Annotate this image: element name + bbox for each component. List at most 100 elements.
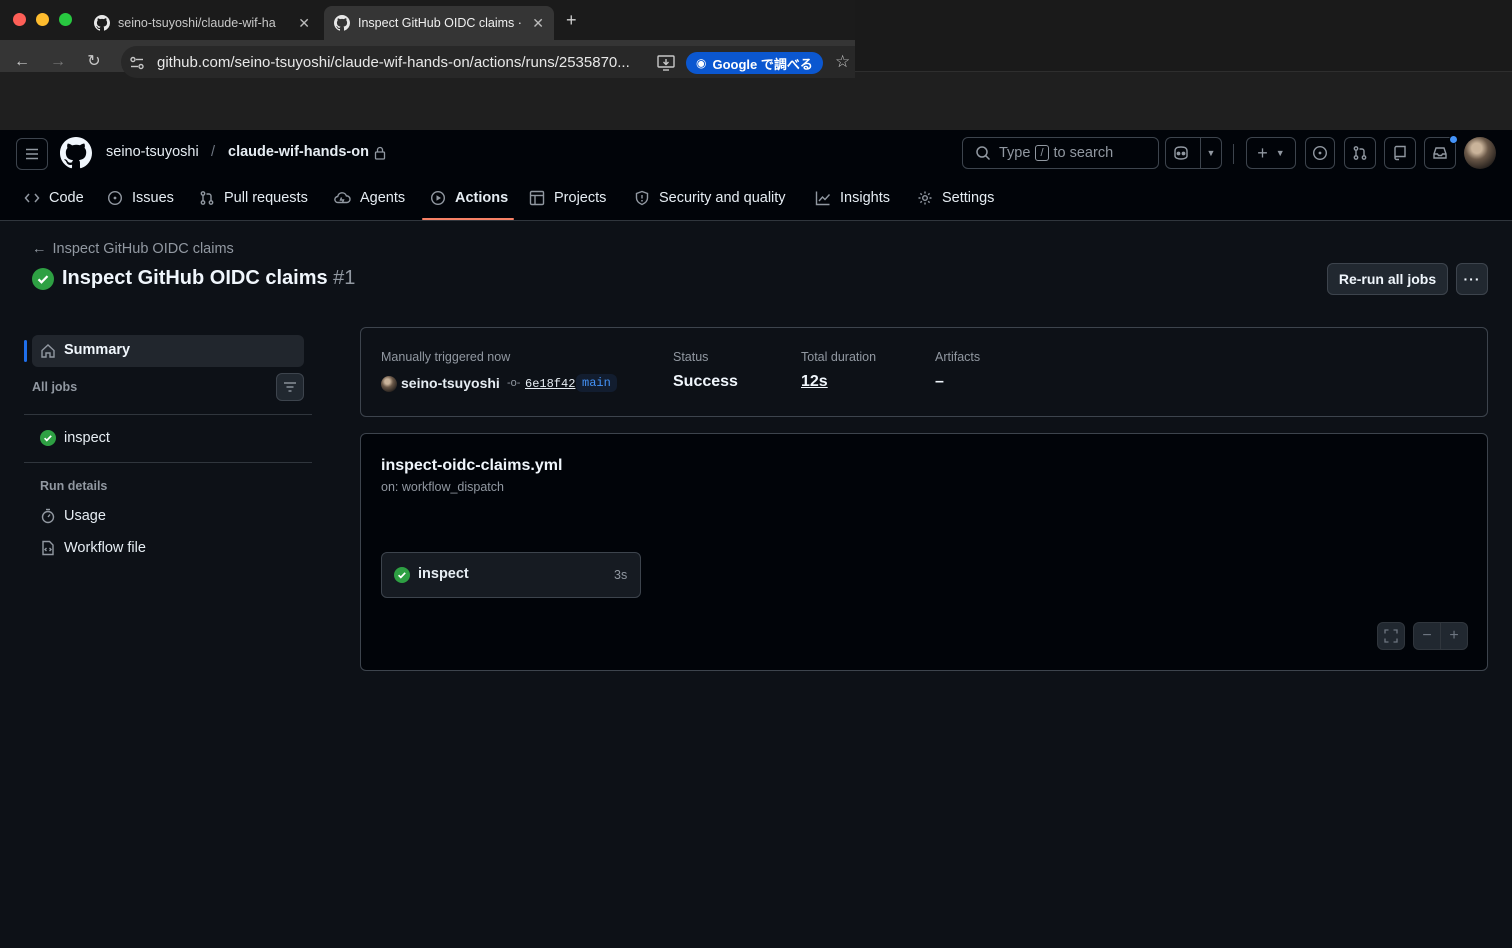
code-icon	[24, 193, 40, 203]
sidebar-divider	[24, 414, 312, 415]
google-lens-button[interactable]: ◉ Google で調べる	[686, 52, 823, 74]
zoom-in-button[interactable]: +	[1441, 627, 1467, 645]
page-title: Inspect GitHub OIDC claims #1	[62, 267, 355, 290]
zoom-out-button[interactable]: −	[1414, 627, 1440, 645]
tab-insights[interactable]: Insights	[815, 186, 890, 210]
trigger-label: Manually triggered now	[381, 350, 511, 364]
sidebar-workflow-file-label: Workflow file	[64, 540, 146, 556]
chevron-down-icon: ▼	[1206, 148, 1216, 158]
create-new-button[interactable]: + ▼	[1246, 137, 1296, 169]
back-icon[interactable]: ←	[12, 52, 32, 72]
github-favicon-icon	[334, 15, 350, 31]
branch-badge[interactable]: main	[576, 374, 617, 392]
issue-icon	[107, 190, 123, 206]
stopwatch-icon	[41, 508, 55, 524]
avatar[interactable]	[1464, 137, 1496, 169]
tab-settings-label: Settings	[942, 190, 995, 206]
copilot-button[interactable]: ▼	[1165, 137, 1222, 169]
rerun-all-jobs-button[interactable]: Re-run all jobs	[1327, 263, 1448, 295]
repositories-button[interactable]	[1384, 137, 1416, 169]
sidebar-selected-indicator	[24, 340, 27, 362]
workflow-file-title: inspect-oidc-claims.yml	[381, 457, 563, 474]
home-icon	[41, 344, 55, 358]
reload-icon[interactable]: ↻	[84, 52, 104, 72]
repo-name-link[interactable]: claude-wif-hands-on	[228, 144, 369, 160]
github-logo-icon[interactable]	[60, 137, 92, 169]
filter-jobs-button[interactable]	[276, 373, 304, 401]
notification-dot	[1449, 135, 1458, 144]
sidebar-divider	[24, 462, 312, 463]
tab-code[interactable]: Code	[24, 186, 84, 210]
sidebar-job-label: inspect	[64, 430, 110, 446]
search-placeholder-prefix: Type	[999, 145, 1031, 161]
job-card-name: inspect	[418, 566, 469, 582]
tab-issues[interactable]: Issues	[107, 186, 174, 210]
issue-icon	[1312, 145, 1328, 161]
minimize-window-button[interactable]	[36, 13, 49, 26]
tab-agents-label: Agents	[360, 190, 406, 206]
tab-settings[interactable]: Settings	[917, 186, 994, 210]
actor-link[interactable]: seino-tsuyoshi	[401, 375, 500, 391]
sidebar-item-workflow-file[interactable]: Workflow file	[40, 540, 146, 556]
lens-icon: ◉	[696, 56, 707, 70]
job-card-duration: 3s	[614, 568, 628, 582]
tab-pull-requests[interactable]: Pull requests	[199, 186, 308, 210]
tab-projects[interactable]: Projects	[529, 186, 606, 210]
duration-label: Total duration	[801, 350, 877, 364]
lock-icon	[374, 146, 386, 160]
tab-security-and-quality[interactable]: Security and quality	[634, 186, 786, 210]
filter-icon	[284, 382, 296, 392]
status-value: Success	[673, 373, 738, 390]
success-check-icon	[40, 430, 56, 446]
tab-insights-label: Insights	[840, 190, 890, 206]
screen-full-icon	[1384, 629, 1398, 643]
close-tab-icon[interactable]: ✕	[298, 15, 310, 32]
all-jobs-heading: All jobs	[32, 380, 78, 394]
maximize-window-button[interactable]	[59, 13, 72, 26]
fullscreen-button[interactable]	[1377, 622, 1405, 650]
site-settings-icon[interactable]	[129, 55, 145, 71]
more-options-button[interactable]: ···	[1456, 263, 1488, 295]
tab-actions[interactable]: Actions	[430, 186, 508, 210]
hamburger-icon	[26, 148, 38, 160]
run-details-heading: Run details	[40, 479, 108, 493]
search-input[interactable]: Type / to search	[962, 137, 1159, 169]
browser-chrome-extension	[855, 0, 1512, 72]
forward-icon[interactable]: →	[48, 52, 68, 72]
repo-owner-link[interactable]: seino-tsuyoshi	[106, 144, 199, 160]
tab-title: seino-tsuyoshi/claude-wif-ha	[118, 16, 276, 30]
commit-sha-link[interactable]: 6e18f42	[525, 377, 575, 391]
run-summary-panel	[360, 327, 1488, 417]
url-text[interactable]: github.com/seino-tsuyoshi/claude-wif-han…	[157, 54, 630, 71]
sidebar-job-inspect[interactable]: inspect	[40, 430, 110, 446]
table-icon	[529, 190, 545, 206]
pull-requests-button[interactable]	[1344, 137, 1376, 169]
duration-value-link[interactable]: 12s	[801, 373, 828, 391]
status-label: Status	[673, 350, 709, 364]
github-favicon-icon	[94, 15, 110, 31]
search-icon	[976, 146, 991, 161]
sidebar-item-usage[interactable]: Usage	[40, 508, 106, 524]
tab-pull-requests-label: Pull requests	[224, 190, 308, 206]
success-check-icon	[32, 268, 54, 290]
actor-avatar[interactable]	[381, 376, 397, 392]
menu-button[interactable]	[16, 138, 48, 170]
run-number: #1	[333, 267, 356, 289]
back-link-label: Inspect GitHub OIDC claims	[52, 241, 234, 257]
install-app-icon[interactable]	[657, 55, 675, 71]
search-shortcut-key: /	[1035, 145, 1049, 161]
arrow-left-icon: ←	[32, 241, 47, 257]
issues-button[interactable]	[1305, 137, 1335, 169]
close-window-button[interactable]	[13, 13, 26, 26]
tab-agents[interactable]: Agents	[334, 186, 405, 210]
bookmark-star-icon[interactable]: ☆	[835, 52, 850, 72]
new-tab-button[interactable]: +	[566, 10, 577, 31]
browser-tab[interactable]: seino-tsuyoshi/claude-wif-ha ✕	[84, 6, 320, 40]
shield-icon	[635, 190, 649, 206]
browser-tab-active[interactable]: Inspect GitHub OIDC claims · ✕	[324, 6, 554, 40]
close-tab-icon[interactable]: ✕	[532, 15, 544, 32]
zoom-controls: − +	[1413, 622, 1468, 650]
tab-code-label: Code	[49, 190, 84, 206]
selected-tab-underline	[422, 218, 514, 220]
back-link[interactable]: ← Inspect GitHub OIDC claims	[32, 241, 234, 257]
